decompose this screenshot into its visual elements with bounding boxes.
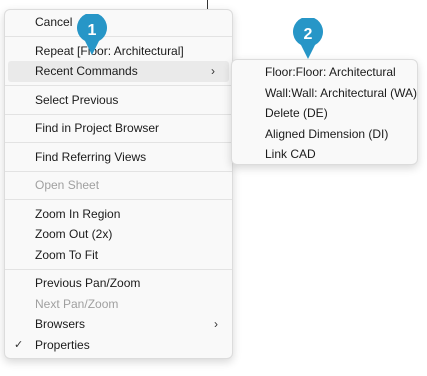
menu-item-label: Aligned Dimension (DI) <box>265 126 389 141</box>
recent-command-aligned-dimension[interactable]: Aligned Dimension (DI) <box>232 124 417 145</box>
recent-command-link-cad[interactable]: Link CAD <box>232 144 417 165</box>
menu-item-label: Next Pan/Zoom <box>35 296 119 311</box>
callout-number: 2 <box>303 26 313 43</box>
menu-item-previous-pan-zoom[interactable]: Previous Pan/Zoom <box>5 273 232 294</box>
checkmark-icon: ✓ <box>14 338 24 351</box>
callout-marker-1: 1 <box>76 12 108 56</box>
menu-item-label: Zoom To Fit <box>35 247 99 262</box>
menu-item-repeat[interactable]: Repeat [Floor: Architectural] <box>5 41 232 62</box>
menu-separator <box>5 199 232 200</box>
menu-item-label: Zoom In Region <box>35 206 121 221</box>
menu-item-cancel[interactable]: Cancel <box>5 12 232 33</box>
menu-item-label: Find Referring Views <box>35 149 147 164</box>
menu-separator <box>5 268 232 270</box>
recent-command-delete[interactable]: Delete (DE) <box>232 103 417 124</box>
menu-item-label: Repeat [Floor: Architectural] <box>35 43 184 58</box>
menu-item-open-sheet: Open Sheet <box>5 175 232 196</box>
context-menu: Cancel Repeat [Floor: Architectural] Rec… <box>4 9 233 359</box>
menu-item-select-previous[interactable]: Select Previous <box>5 90 232 111</box>
menu-item-recent-commands[interactable]: Recent Commands › <box>8 61 229 82</box>
menu-item-label: Select Previous <box>35 92 119 107</box>
menu-item-zoom-out[interactable]: Zoom Out (2x) <box>5 224 232 245</box>
menu-separator <box>5 113 232 115</box>
menu-item-label: Open Sheet <box>35 178 100 192</box>
menu-item-browsers[interactable]: Browsers › <box>5 314 232 335</box>
recent-command-floor[interactable]: Floor:Floor: Architectural <box>232 62 417 83</box>
menu-separator <box>5 85 232 86</box>
menu-item-label: Zoom Out (2x) <box>35 227 113 241</box>
menu-item-zoom-to-fit[interactable]: Zoom To Fit <box>5 245 232 266</box>
menu-item-label: Link CAD <box>265 147 316 161</box>
menu-item-next-pan-zoom: Next Pan/Zoom <box>5 294 232 315</box>
menu-item-label: Delete (DE) <box>265 106 328 120</box>
menu-separator <box>5 170 232 172</box>
callout-marker-2: 2 <box>292 16 324 60</box>
menu-item-label: Wall:Wall: Architectural (WA) <box>265 85 418 100</box>
menu-separator <box>5 142 232 143</box>
menu-item-label: Previous Pan/Zoom <box>35 276 141 290</box>
recent-command-wall[interactable]: Wall:Wall: Architectural (WA) <box>232 83 417 104</box>
menu-item-zoom-in-region[interactable]: Zoom In Region <box>5 204 232 225</box>
menu-item-properties[interactable]: ✓ Properties <box>5 335 232 356</box>
menu-item-label: Properties <box>35 337 90 352</box>
menu-separator <box>5 36 232 37</box>
menu-item-label: Floor:Floor: Architectural <box>265 65 396 79</box>
menu-item-find-in-project-browser[interactable]: Find in Project Browser <box>5 118 232 139</box>
recent-commands-submenu: Floor:Floor: Architectural Wall:Wall: Ar… <box>231 59 418 165</box>
menu-item-label: Find in Project Browser <box>35 121 160 135</box>
menu-item-label: Recent Commands <box>35 64 138 78</box>
chevron-right-icon: › <box>214 317 218 331</box>
chevron-right-icon: › <box>211 64 215 78</box>
menu-item-label: Cancel <box>35 15 73 29</box>
menu-item-find-referring-views[interactable]: Find Referring Views <box>5 147 232 168</box>
menu-item-label: Browsers <box>35 317 86 331</box>
callout-number: 1 <box>87 22 97 39</box>
